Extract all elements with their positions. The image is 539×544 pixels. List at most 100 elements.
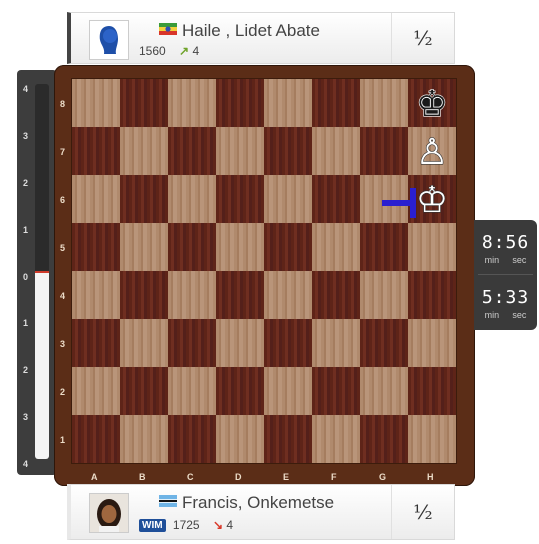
square-b3[interactable] (120, 319, 168, 367)
square-e5[interactable] (264, 223, 312, 271)
file-label: C (187, 472, 194, 482)
bottom-player-clock: 5:33 min sec (474, 275, 537, 327)
square-h8[interactable]: ♚ (408, 79, 456, 127)
file-label: E (283, 472, 290, 482)
square-c5[interactable] (168, 223, 216, 271)
square-f1[interactable] (312, 415, 360, 463)
white-pawn-icon[interactable]: ♙ (408, 127, 456, 175)
square-a3[interactable] (72, 319, 120, 367)
square-g5[interactable] (360, 223, 408, 271)
square-d1[interactable] (216, 415, 264, 463)
square-c2[interactable] (168, 367, 216, 415)
square-e6[interactable] (264, 175, 312, 223)
square-g2[interactable] (360, 367, 408, 415)
bottom-player-rating-row: WIM 1725 ↘ 4 (139, 518, 233, 532)
square-e8[interactable] (264, 79, 312, 127)
square-h2[interactable] (408, 367, 456, 415)
evaluation-scale-label: 3 (23, 412, 29, 423)
square-g6[interactable] (360, 175, 408, 223)
square-d4[interactable] (216, 271, 264, 319)
rank-label: 2 (60, 387, 66, 397)
evaluation-scale-label: 3 (23, 130, 29, 141)
evaluation-scale-label: 1 (23, 318, 29, 329)
square-g1[interactable] (360, 415, 408, 463)
square-a8[interactable] (72, 79, 120, 127)
evaluation-track (35, 84, 49, 459)
evaluation-white-fill (35, 271, 49, 459)
square-h4[interactable] (408, 271, 456, 319)
square-f6[interactable] (312, 175, 360, 223)
square-b5[interactable] (120, 223, 168, 271)
top-player-rating: 1560 (139, 44, 166, 58)
square-e3[interactable] (264, 319, 312, 367)
player-title-badge: WIM (139, 519, 166, 532)
square-d6[interactable] (216, 175, 264, 223)
square-d8[interactable] (216, 79, 264, 127)
top-clock-min-label: min (484, 255, 500, 265)
square-c7[interactable] (168, 127, 216, 175)
square-f7[interactable] (312, 127, 360, 175)
square-h5[interactable] (408, 223, 456, 271)
square-b6[interactable] (120, 175, 168, 223)
evaluation-scale-label: 4 (23, 459, 29, 469)
square-a1[interactable] (72, 415, 120, 463)
bottom-player-avatar[interactable] (89, 493, 129, 533)
square-g7[interactable] (360, 127, 408, 175)
evaluation-scale-label: 1 (23, 224, 29, 235)
ethiopia-flag-icon (159, 20, 177, 35)
square-b4[interactable] (120, 271, 168, 319)
square-d5[interactable] (216, 223, 264, 271)
square-c1[interactable] (168, 415, 216, 463)
square-h3[interactable] (408, 319, 456, 367)
square-d2[interactable] (216, 367, 264, 415)
top-player-name[interactable]: Haile , Lidet Abate (182, 21, 320, 40)
rating-up-arrow-icon: ↗ (179, 44, 190, 58)
file-label: D (235, 472, 242, 482)
bottom-clock-sec-label: sec (512, 310, 527, 320)
file-label: B (139, 472, 146, 482)
square-c8[interactable] (168, 79, 216, 127)
bottom-player-name[interactable]: Francis, Onkemetse (182, 493, 334, 512)
botswana-flag-icon (159, 492, 177, 507)
square-b7[interactable] (120, 127, 168, 175)
chess-board[interactable]: ♚ ♙ ♔ (72, 79, 456, 463)
square-e1[interactable] (264, 415, 312, 463)
rank-label: 1 (60, 435, 66, 445)
square-b2[interactable] (120, 367, 168, 415)
square-g8[interactable] (360, 79, 408, 127)
square-a6[interactable] (72, 175, 120, 223)
rank-label: 3 (60, 339, 66, 349)
square-f4[interactable] (312, 271, 360, 319)
square-h7[interactable]: ♙ (408, 127, 456, 175)
evaluation-scale-label: 0 (23, 271, 29, 282)
square-g4[interactable] (360, 271, 408, 319)
square-b1[interactable] (120, 415, 168, 463)
square-b8[interactable] (120, 79, 168, 127)
rank-label: 7 (60, 147, 66, 157)
square-e4[interactable] (264, 271, 312, 319)
square-c4[interactable] (168, 271, 216, 319)
square-e2[interactable] (264, 367, 312, 415)
square-g3[interactable] (360, 319, 408, 367)
square-a5[interactable] (72, 223, 120, 271)
square-c6[interactable] (168, 175, 216, 223)
square-a4[interactable] (72, 271, 120, 319)
square-a2[interactable] (72, 367, 120, 415)
square-f8[interactable] (312, 79, 360, 127)
square-e7[interactable] (264, 127, 312, 175)
bottom-player-rating: 1725 (172, 518, 200, 532)
square-h1[interactable] (408, 415, 456, 463)
top-player-avatar[interactable] (89, 20, 129, 60)
square-f2[interactable] (312, 367, 360, 415)
bottom-clock-time: 5:33 (481, 287, 530, 308)
square-f5[interactable] (312, 223, 360, 271)
file-label: H (427, 472, 434, 482)
square-f3[interactable] (312, 319, 360, 367)
top-clock-time: 8:56 (481, 232, 530, 253)
square-c3[interactable] (168, 319, 216, 367)
square-a7[interactable] (72, 127, 120, 175)
black-king-icon[interactable]: ♚ (408, 79, 456, 127)
square-d3[interactable] (216, 319, 264, 367)
evaluation-scale-label: 4 (23, 84, 29, 94)
square-d7[interactable] (216, 127, 264, 175)
